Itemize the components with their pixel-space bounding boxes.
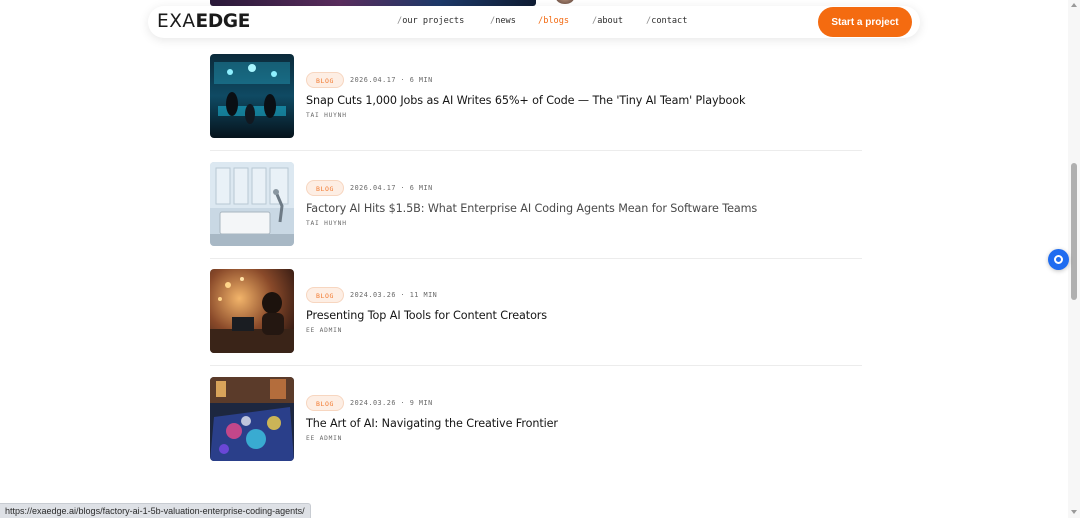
nav-link-label: our projects <box>402 16 465 26</box>
nav-link-blogs[interactable]: /blogs <box>538 16 569 27</box>
category-badge[interactable]: BLOG <box>306 395 344 411</box>
post-title[interactable]: The Art of AI: Navigating the Creative F… <box>306 417 558 431</box>
author-avatar <box>556 0 574 4</box>
post-author: EE ADMIN <box>306 327 343 334</box>
nav-link-news[interactable]: /news <box>490 16 516 27</box>
status-bar-url: https://exaedge.ai/blogs/factory-ai-1-5b… <box>0 503 311 518</box>
post-thumbnail[interactable] <box>210 162 294 246</box>
post-author: EE ADMIN <box>306 435 343 442</box>
nav-link-about[interactable]: /about <box>592 16 623 27</box>
category-badge[interactable]: BLOG <box>306 287 344 303</box>
logo-text-light: EXA <box>157 11 196 32</box>
blog-post-card[interactable]: BLOG 2024.03.26 · 11 MIN Presenting Top … <box>210 269 862 366</box>
post-meta: 2026.04.17 · 6 MIN <box>350 76 433 84</box>
scroll-down-arrow-icon[interactable] <box>1071 510 1077 514</box>
post-meta: 2026.04.17 · 6 MIN <box>350 184 433 192</box>
blog-post-card[interactable]: BLOG 2026.04.17 · 6 MIN Factory AI Hits … <box>210 162 862 259</box>
post-meta: 2024.03.26 · 11 MIN <box>350 291 438 299</box>
post-title[interactable]: Presenting Top AI Tools for Content Crea… <box>306 309 547 323</box>
blog-post-card[interactable]: BLOG 2024.03.26 · 9 MIN The Art of AI: N… <box>210 377 862 463</box>
chat-bubble-icon[interactable] <box>1048 249 1069 270</box>
start-project-button[interactable]: Start a project <box>818 7 912 37</box>
nav-link-label: about <box>597 16 624 26</box>
category-badge[interactable]: BLOG <box>306 72 344 88</box>
post-thumbnail[interactable] <box>210 377 294 461</box>
post-divider <box>210 150 862 151</box>
post-title[interactable]: Factory AI Hits $1.5B: What Enterprise A… <box>306 202 757 216</box>
post-thumbnail[interactable] <box>210 54 294 138</box>
site-logo[interactable]: EXAEDGE <box>157 12 250 32</box>
blog-post-card[interactable]: BLOG 2026.04.17 · 6 MIN Snap Cuts 1,000 … <box>210 54 862 151</box>
top-navbar: EXAEDGE /our projects /news /blogs /abou… <box>148 6 920 38</box>
post-title[interactable]: Snap Cuts 1,000 Jobs as AI Writes 65%+ o… <box>306 94 745 108</box>
post-divider <box>210 258 862 259</box>
scroll-up-arrow-icon[interactable] <box>1071 3 1077 7</box>
nav-link-label: blogs <box>543 16 570 26</box>
post-author: TAI HUYNH <box>306 220 347 227</box>
nav-link-label: news <box>495 16 516 26</box>
post-author: TAI HUYNH <box>306 112 347 119</box>
nav-link-label: contact <box>651 16 688 26</box>
nav-link-contact[interactable]: /contact <box>646 16 687 27</box>
post-divider <box>210 365 862 366</box>
post-meta: 2024.03.26 · 9 MIN <box>350 399 433 407</box>
logo-text-bold: EDGE <box>195 11 251 32</box>
nav-link-our-projects[interactable]: /our projects <box>397 16 464 27</box>
category-badge[interactable]: BLOG <box>306 180 344 196</box>
post-thumbnail[interactable] <box>210 269 294 353</box>
scrollbar-thumb[interactable] <box>1071 163 1077 300</box>
